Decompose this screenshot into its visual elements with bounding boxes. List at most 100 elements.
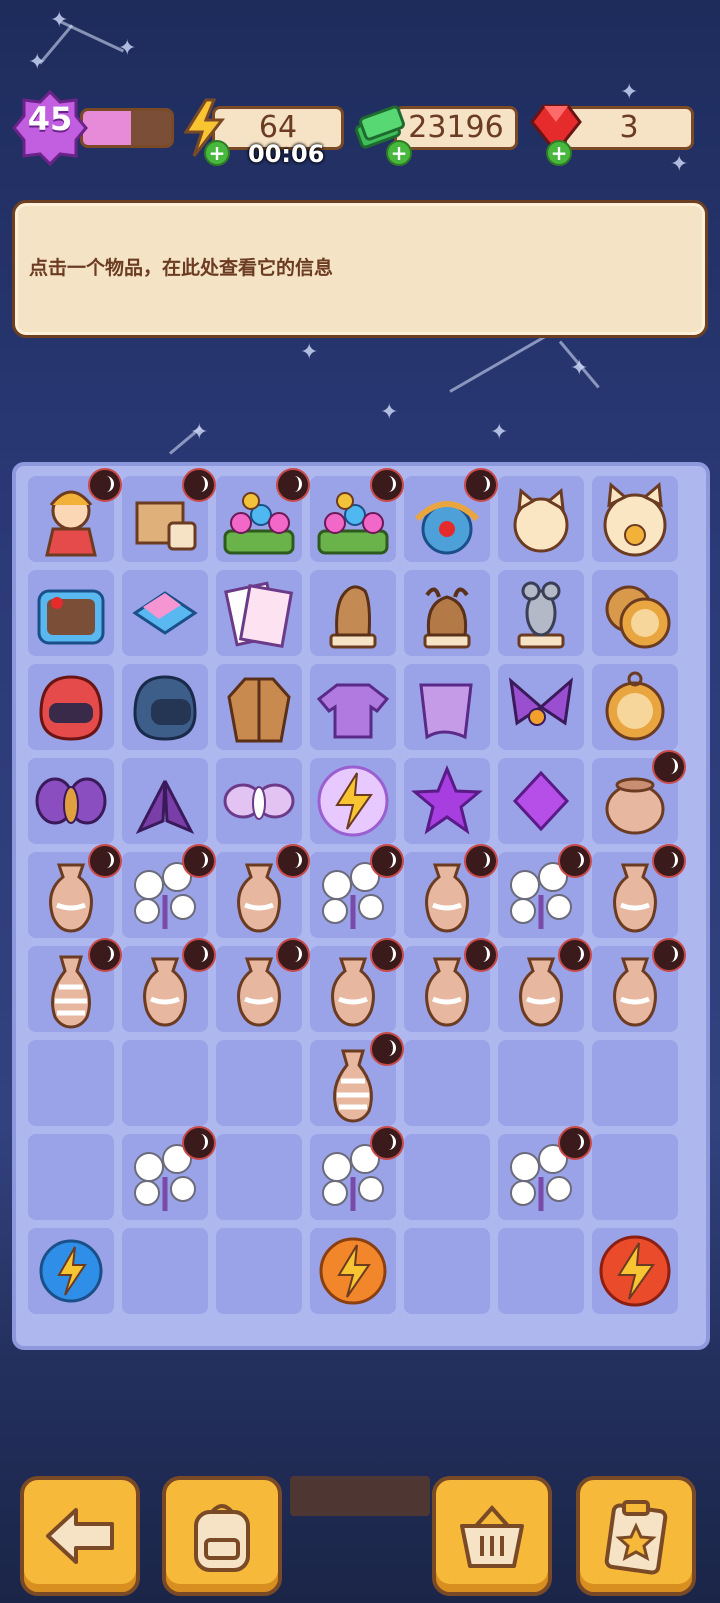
add-gems-button[interactable]: +	[546, 140, 572, 166]
board-cell[interactable]	[404, 1228, 490, 1314]
test-papers-icon[interactable]	[219, 573, 299, 653]
board-cell[interactable]	[498, 1126, 592, 1220]
board-cell[interactable]	[122, 1040, 208, 1126]
board-cell[interactable]	[592, 476, 678, 562]
board-cell[interactable]	[498, 938, 592, 1032]
board-cell[interactable]	[28, 938, 122, 1032]
board-cell[interactable]	[122, 758, 208, 844]
board-cell[interactable]	[310, 758, 396, 844]
board-cell[interactable]	[216, 844, 310, 938]
board-cell[interactable]	[592, 938, 686, 1032]
board-cell[interactable]	[216, 758, 302, 844]
backpack-button[interactable]	[162, 1476, 282, 1596]
board-cell[interactable]	[404, 664, 490, 750]
board-cell[interactable]	[216, 1040, 302, 1126]
board-cell[interactable]	[310, 1228, 396, 1314]
board-cell[interactable]	[498, 476, 584, 562]
level-display[interactable]: 45	[10, 89, 174, 167]
lucky-cat-large-icon[interactable]	[595, 479, 675, 559]
add-cash-button[interactable]: +	[386, 140, 412, 166]
board-cell[interactable]	[404, 570, 490, 656]
back-button[interactable]	[20, 1476, 140, 1596]
board-cell[interactable]	[28, 570, 114, 656]
board-cell[interactable]	[310, 844, 404, 938]
cooldown-badge-icon	[652, 938, 686, 972]
energy-orange-icon[interactable]	[313, 1231, 393, 1311]
add-energy-button[interactable]: +	[204, 140, 230, 166]
board-cell[interactable]	[498, 664, 584, 750]
board-cell[interactable]	[310, 570, 396, 656]
mouse-figurine-icon[interactable]	[501, 573, 581, 653]
energy-orb-icon[interactable]	[313, 761, 393, 841]
cooldown-badge-icon	[276, 844, 310, 878]
board-cell[interactable]	[310, 468, 404, 562]
board-cell[interactable]	[310, 1126, 404, 1220]
board-cell[interactable]	[216, 1228, 302, 1314]
board-cell[interactable]	[122, 938, 216, 1032]
board-cell[interactable]	[310, 664, 396, 750]
board-cell[interactable]	[216, 1134, 302, 1220]
blue-helmet-icon[interactable]	[125, 667, 205, 747]
purple-star-icon[interactable]	[407, 761, 487, 841]
moth-dark-icon[interactable]	[125, 761, 205, 841]
yak-figurine-icon[interactable]	[407, 573, 487, 653]
board-cell[interactable]	[216, 468, 310, 562]
pocket-watch-open-icon[interactable]	[595, 573, 675, 653]
board-cell[interactable]	[216, 664, 302, 750]
llama-figurine-icon[interactable]	[313, 573, 393, 653]
board-cell[interactable]	[592, 750, 686, 844]
board-cell[interactable]	[28, 1134, 114, 1220]
board-cell[interactable]	[310, 938, 404, 1032]
board-cell[interactable]	[404, 1040, 490, 1126]
board-cell[interactable]	[122, 664, 208, 750]
board-cell[interactable]	[498, 570, 584, 656]
board-cell[interactable]	[122, 468, 216, 562]
board-cell[interactable]	[28, 758, 114, 844]
pocket-watch-icon[interactable]	[595, 667, 675, 747]
board-cell[interactable]	[122, 844, 216, 938]
board-cell[interactable]	[592, 1040, 678, 1126]
board-cell[interactable]	[592, 570, 678, 656]
moth-pale-icon[interactable]	[219, 761, 299, 841]
board-cell[interactable]	[498, 844, 592, 938]
board-cell[interactable]	[122, 570, 208, 656]
board-cell[interactable]	[28, 664, 114, 750]
board-cell[interactable]	[28, 1228, 114, 1314]
cooldown-badge-icon	[182, 844, 216, 878]
purple-cloth-icon[interactable]	[407, 667, 487, 747]
lunch-box-icon[interactable]	[31, 573, 111, 653]
butterfly-icon[interactable]	[501, 667, 581, 747]
board-cell[interactable]	[28, 468, 122, 562]
board-cell[interactable]	[310, 1032, 404, 1126]
orders-button[interactable]	[576, 1476, 696, 1596]
board-cell[interactable]	[122, 1126, 216, 1220]
purple-gem-icon[interactable]	[501, 761, 581, 841]
board-cell[interactable]	[498, 1040, 584, 1126]
board-cell[interactable]	[404, 938, 498, 1032]
board-cell[interactable]	[592, 844, 686, 938]
board-cell[interactable]	[216, 570, 302, 656]
board-cell[interactable]	[28, 844, 122, 938]
red-helmet-icon[interactable]	[31, 667, 111, 747]
brown-coat-icon[interactable]	[219, 667, 299, 747]
board-cell[interactable]	[404, 844, 498, 938]
moth-purple-icon[interactable]	[31, 761, 111, 841]
shop-basket-button[interactable]	[432, 1476, 552, 1596]
board-cell[interactable]	[592, 1134, 678, 1220]
board-cell[interactable]	[216, 938, 310, 1032]
board-cell[interactable]	[592, 664, 678, 750]
board-cell[interactable]	[28, 1040, 114, 1126]
lucky-cat-icon[interactable]	[501, 479, 581, 559]
board-cell[interactable]	[498, 758, 584, 844]
board-cell[interactable]	[404, 758, 490, 844]
board-cell[interactable]	[404, 468, 498, 562]
board-cell[interactable]	[592, 1228, 678, 1314]
board-cell[interactable]	[122, 1228, 208, 1314]
board-cell[interactable]	[404, 1134, 490, 1220]
level-progress-fill	[83, 111, 132, 145]
soap-box-icon[interactable]	[125, 573, 205, 653]
purple-sweater-icon[interactable]	[313, 667, 393, 747]
energy-blue-icon[interactable]	[31, 1231, 111, 1311]
energy-red-icon[interactable]	[595, 1231, 675, 1311]
board-cell[interactable]	[498, 1228, 584, 1314]
